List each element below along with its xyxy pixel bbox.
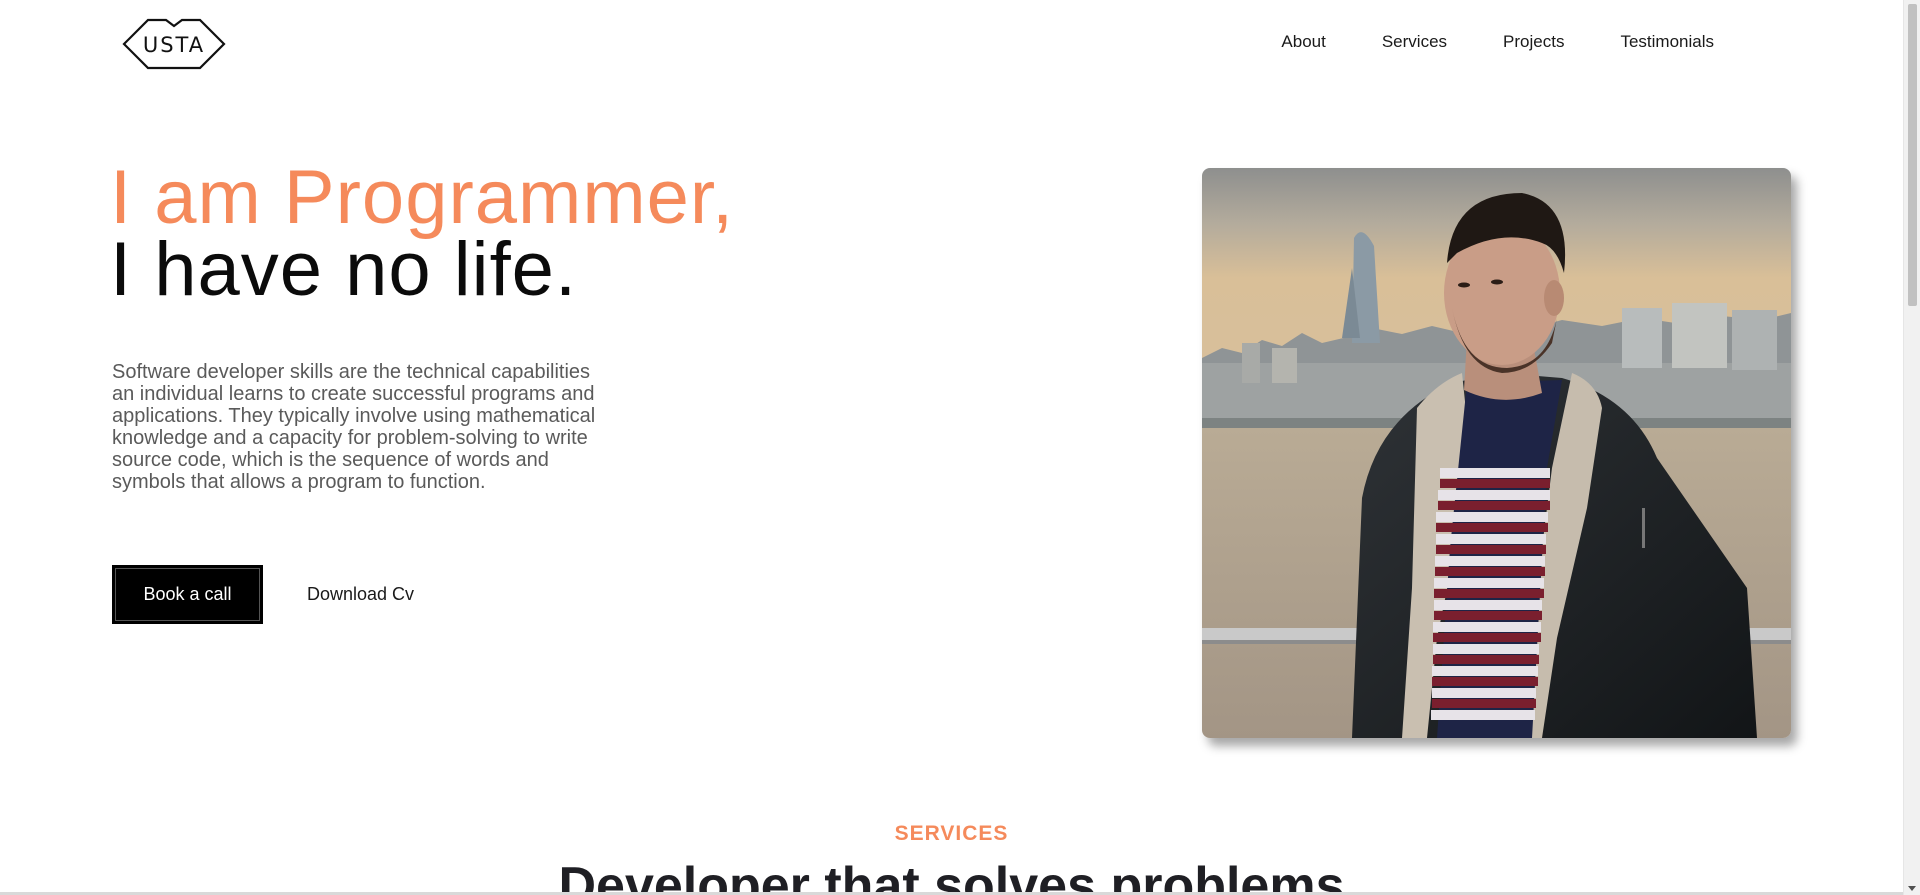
logo[interactable]: USTA [122, 14, 226, 74]
hero-title-line1: I am Programmer, [110, 155, 735, 240]
nav-item-about[interactable]: About [1281, 32, 1325, 52]
scroll-down-arrow-icon[interactable] [1908, 886, 1916, 891]
services-heading: Developer that solves problems [558, 857, 1345, 895]
scrollbar-thumb[interactable] [1908, 4, 1917, 306]
page: USTA About Services Projects Testimonial… [0, 0, 1903, 895]
hero-title: I am Programmer, I have no life. [110, 155, 735, 312]
nav-item-projects[interactable]: Projects [1503, 32, 1564, 52]
download-cv-link[interactable]: Download Cv [307, 584, 414, 605]
logo-text: USTA [142, 32, 206, 57]
hero-description: Software developer skills are the techni… [112, 361, 596, 493]
hero-photo [1202, 168, 1791, 738]
hero-title-line2: I have no life. [110, 227, 578, 312]
book-a-call-button[interactable]: Book a call [112, 565, 263, 624]
portrait-image [1202, 168, 1791, 738]
services-eyebrow: SERVICES [894, 822, 1009, 845]
main-nav: About Services Projects Testimonials [1225, 32, 1714, 52]
nav-item-services[interactable]: Services [1382, 32, 1447, 52]
nav-item-testimonials[interactable]: Testimonials [1620, 32, 1714, 52]
page-scrollbar[interactable] [1903, 0, 1920, 895]
